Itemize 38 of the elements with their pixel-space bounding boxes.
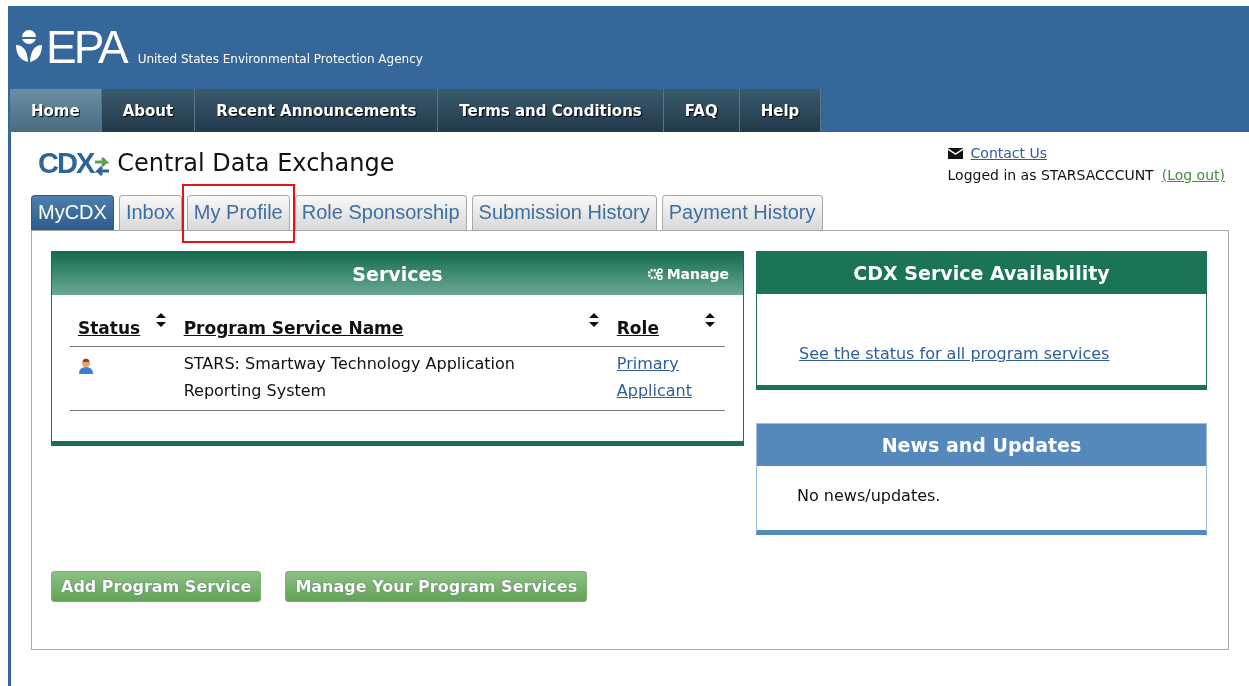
sort-icon[interactable] — [588, 313, 599, 327]
cdx-logo: CDX — [38, 146, 94, 180]
agency-name: United States Environmental Protection Agency — [137, 52, 423, 66]
envelope-icon — [947, 147, 963, 159]
person-icon — [78, 358, 94, 374]
role-link[interactable]: Primary Applicant — [616, 350, 697, 404]
column-header[interactable]: Status — [78, 313, 141, 338]
sort-icon[interactable] — [155, 313, 166, 327]
panel-title: Services — [352, 262, 443, 285]
flower-icon — [14, 29, 44, 63]
tab[interactable]: Submission History — [471, 195, 657, 230]
nav-item[interactable]: Help — [739, 89, 822, 132]
panel-title: CDX Service Availability — [757, 252, 1206, 294]
logged-in-text: Logged in as STARSACCCUNT — [947, 167, 1154, 183]
sort-icon[interactable] — [705, 313, 715, 327]
nav-item[interactable]: Recent Announcements — [195, 89, 439, 132]
contact-link[interactable]: Contact Us — [970, 145, 1048, 161]
manage-link[interactable]: Manage — [647, 266, 729, 282]
logout-link[interactable]: (Log out) — [1161, 167, 1225, 183]
tab[interactable]: My Profile — [186, 195, 290, 230]
tab[interactable]: Role Sponsorship — [294, 195, 467, 230]
column-header[interactable]: Program Service Name — [183, 313, 404, 338]
news-text: No news/updates. — [797, 486, 941, 505]
nav-item[interactable]: About — [101, 89, 196, 132]
epa-logo: EPA — [46, 27, 126, 67]
nav-item[interactable]: FAQ — [663, 89, 740, 132]
status-link[interactable]: See the status for all program services — [799, 344, 1110, 363]
tab[interactable]: Inbox — [118, 195, 182, 230]
tab[interactable]: Payment History — [661, 195, 823, 230]
nav-item[interactable]: Terms and Conditions — [438, 89, 664, 132]
nav-item[interactable]: Home — [10, 89, 102, 132]
gears-icon — [647, 268, 663, 280]
exchange-arrows-icon — [93, 154, 112, 178]
column-header[interactable]: Role — [616, 313, 659, 338]
tab[interactable]: MyCDX — [31, 195, 114, 230]
panel-title: News and Updates — [757, 424, 1206, 466]
site-title: Central Data Exchange — [117, 149, 395, 177]
table-cell: STARS: Smartway Technology Application Reporting System — [175, 346, 609, 411]
